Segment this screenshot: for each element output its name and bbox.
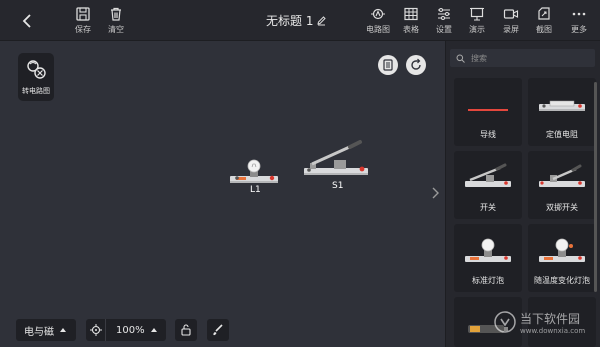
circuit-diagram-button[interactable]: 电路图 [361,6,395,35]
bulb-icon [465,238,511,262]
save-icon [76,7,90,21]
circuit-canvas[interactable]: 转电路图 L1 S1 [0,41,445,347]
locate-button[interactable] [86,319,106,341]
component-card-label: 导线 [480,130,496,139]
watermark-text: 当下软件园 [520,312,581,326]
component-card-wire[interactable]: 导线 [454,78,522,146]
component-panel: 导线 定值电阻 开关 双掷开关 标准灯泡 随温度变化灯泡 [445,41,600,347]
brush-button[interactable] [207,319,229,341]
double-throw-switch-icon [539,164,585,187]
search-box[interactable] [450,49,595,67]
component-card-label: 标准灯泡 [472,276,504,285]
table-icon [404,7,418,21]
record-screen-button[interactable]: 录屏 [494,6,528,35]
back-button[interactable] [18,11,38,31]
switch-to-diagram-button[interactable]: 转电路图 [18,53,54,101]
presentation-icon [470,7,484,21]
screenshot-button[interactable]: 截图 [527,6,561,35]
settings-sliders-icon [438,8,450,20]
chevron-left-icon [22,14,31,28]
unlock-icon [181,324,191,336]
convert-diagram-icon [27,60,46,79]
search-icon [456,54,465,63]
watermark-logo [494,311,516,333]
document-title[interactable]: 无标题 1 [266,12,327,29]
component-card-bulb[interactable]: 标准灯泡 [454,224,522,292]
list-icon [383,59,393,71]
bulb-label: L1 [250,185,261,195]
zoom-control[interactable]: 100% [86,319,166,341]
switch-icon [465,163,511,187]
component-card-resistor[interactable]: 定值电阻 [528,78,596,146]
edit-pencil-icon[interactable] [316,15,327,29]
category-select[interactable]: 电与磁 [16,319,76,341]
table-label: 表格 [403,25,419,34]
resistor-icon [539,100,585,111]
chevron-right-icon[interactable] [430,186,440,200]
rotate-icon [411,58,421,70]
settings-button[interactable]: 设置 [427,6,461,35]
list-view-button[interactable] [378,55,398,75]
screenshot-label: 截图 [536,25,552,34]
rotate-button[interactable] [406,55,426,75]
zoom-level: 100% [116,324,145,336]
switch-label: S1 [332,181,344,191]
trash-icon [111,7,121,21]
component-card-switch[interactable]: 开关 [454,151,522,219]
caret-up-icon [60,328,66,332]
panel-scrollbar[interactable] [594,82,597,292]
temp-bulb-icon [539,238,585,262]
component-card-label: 随温度变化灯泡 [534,276,590,285]
more-dots-icon [572,12,586,16]
unlock-button[interactable] [175,319,197,341]
circuit-diagram-icon [371,8,385,20]
category-select-value: 电与磁 [24,326,54,338]
bulb-component[interactable] [228,159,280,185]
record-screen-label: 录屏 [503,25,519,34]
clear-label: 清空 [108,25,124,34]
component-card-label: 开关 [480,203,496,212]
component-card-double-throw-switch[interactable]: 双掷开关 [528,151,596,219]
clear-button[interactable]: 清空 [99,6,133,35]
switch-to-diagram-label: 转电路图 [22,87,50,95]
watermark: 当下软件园 www.downxia.com [490,305,600,345]
save-label: 保存 [75,25,91,34]
app-window: 保存 清空 无标题 1 电路图 表格 设置 演示 录屏 截图 更多 转电路图 L… [0,0,600,347]
watermark-url: www.downxia.com [520,327,586,335]
presentation-button[interactable]: 演示 [460,6,494,35]
component-card-label: 定值电阻 [546,130,578,139]
component-card-temp-bulb[interactable]: 随温度变化灯泡 [528,224,596,292]
search-input[interactable] [471,53,581,63]
more-label: 更多 [571,25,587,34]
settings-label: 设置 [436,25,452,34]
record-screen-icon [503,9,519,19]
save-button[interactable]: 保存 [66,6,100,35]
switch-component[interactable] [302,139,372,179]
circuit-diagram-label: 电路图 [366,25,390,34]
table-button[interactable]: 表格 [394,6,428,35]
document-title-text: 无标题 1 [266,14,314,28]
top-toolbar: 保存 清空 无标题 1 电路图 表格 设置 演示 录屏 截图 更多 [0,0,600,41]
presentation-label: 演示 [469,25,485,34]
caret-up-icon[interactable] [150,328,157,332]
component-card-label: 双掷开关 [546,203,578,212]
screenshot-icon [538,7,550,20]
crosshair-icon [89,324,102,336]
brush-icon [213,324,223,336]
more-button[interactable]: 更多 [562,6,596,35]
wire-icon [468,109,508,111]
